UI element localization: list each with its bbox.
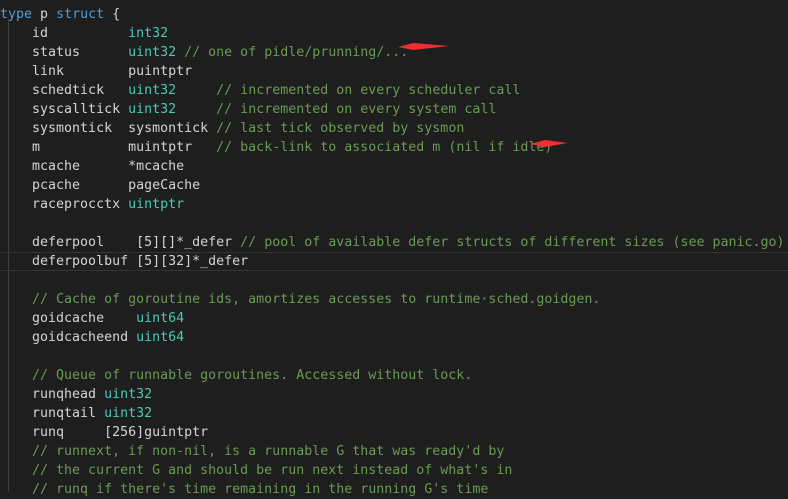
code-token: uint32 xyxy=(128,83,177,98)
code-token: raceprocctx xyxy=(0,197,129,212)
code-token: struct xyxy=(56,7,105,22)
line-field-m[interactable]: m muintptr // back-link to associated m … xyxy=(0,138,788,157)
code-token: runq [256]guintptr xyxy=(0,425,209,440)
line-field-mcache[interactable]: mcache *mcache xyxy=(0,157,788,176)
line-comment-runnext-3[interactable]: // runq if there's time remaining in the… xyxy=(0,480,788,499)
line-blank-3[interactable] xyxy=(0,347,788,366)
code-token: m muintptr xyxy=(0,140,217,155)
line-field-status[interactable]: status uint32 // one of pidle/prunning/.… xyxy=(0,43,788,62)
code-token: // back-link to associated m (nil if idl… xyxy=(216,140,553,155)
code-token: { xyxy=(104,7,121,22)
code-token: goidcache xyxy=(0,311,137,326)
code-token: pcache pageCache xyxy=(0,178,201,193)
code-token: // pool of available defer structs of di… xyxy=(240,235,785,250)
code-token: schedtick xyxy=(0,83,129,98)
code-token: uint32 xyxy=(104,406,153,421)
code-token: // incremented on every scheduler call xyxy=(176,83,521,98)
line-field-sysmontick[interactable]: sysmontick sysmontick // last tick obser… xyxy=(0,119,788,138)
line-field-raceprocctx[interactable]: raceprocctx uintptr xyxy=(0,195,788,214)
line-field-deferpoolbuf[interactable]: deferpoolbuf [5][32]*_defer xyxy=(0,252,788,271)
line-field-pcache[interactable]: pcache pageCache xyxy=(0,176,788,195)
code-token: type xyxy=(0,7,33,22)
code-token: sysmontick sysmontick xyxy=(0,121,217,136)
line-field-goidcacheend[interactable]: goidcacheend uint64 xyxy=(0,328,788,347)
line-field-runq[interactable]: runq [256]guintptr xyxy=(0,423,788,442)
code-token: uint32 xyxy=(128,45,177,60)
line-field-runqhead[interactable]: runqhead uint32 xyxy=(0,385,788,404)
code-token: uint32 xyxy=(128,102,177,117)
code-token: // one of pidle/prunning/... xyxy=(176,45,409,60)
line-field-goidcache[interactable]: goidcache uint64 xyxy=(0,309,788,328)
line-comment-runnext-1[interactable]: // runnext, if non-nil, is a runnable G … xyxy=(0,442,788,461)
code-token: // Queue of runnable goroutines. Accesse… xyxy=(0,368,473,383)
code-token: mcache *mcache xyxy=(0,159,185,174)
line-comment-goid-cache[interactable]: // Cache of goroutine ids, amortizes acc… xyxy=(0,290,788,309)
code-token: int32 xyxy=(128,26,169,41)
code-token: id xyxy=(0,26,129,41)
code-editor[interactable]: type p struct { id int32 status uint32 /… xyxy=(0,0,788,497)
code-token: link puintptr xyxy=(0,64,193,79)
code-token: status xyxy=(0,45,129,60)
code-token: uintptr xyxy=(128,197,185,212)
code-token: // the current G and should be run next … xyxy=(0,463,513,478)
code-token: deferpoolbuf [5][32]*_defer xyxy=(0,254,249,269)
code-token: p xyxy=(32,7,57,22)
code-token: uint64 xyxy=(136,330,185,345)
code-token: runqtail xyxy=(0,406,105,421)
line-field-syscalltick[interactable]: syscalltick uint32 // incremented on eve… xyxy=(0,100,788,119)
line-blank-1[interactable] xyxy=(0,214,788,233)
code-token: // runq if there's time remaining in the… xyxy=(0,482,489,497)
code-token: // incremented on every system call xyxy=(176,102,497,117)
line-field-id[interactable]: id int32 xyxy=(0,24,788,43)
line-field-link[interactable]: link puintptr xyxy=(0,62,788,81)
code-token: uint64 xyxy=(136,311,185,326)
code-token: runqhead xyxy=(0,387,105,402)
line-comment-runqueue[interactable]: // Queue of runnable goroutines. Accesse… xyxy=(0,366,788,385)
code-token: deferpool [5][]*_defer xyxy=(0,235,241,250)
code-token: // runnext, if non-nil, is a runnable G … xyxy=(0,444,505,459)
line-field-deferpool[interactable]: deferpool [5][]*_defer // pool of availa… xyxy=(0,233,788,252)
code-token: // last tick observed by sysmon xyxy=(216,121,465,136)
line-field-runqtail[interactable]: runqtail uint32 xyxy=(0,404,788,423)
code-token: uint32 xyxy=(104,387,153,402)
line-type-p-struct[interactable]: type p struct { xyxy=(0,5,788,24)
line-blank-2[interactable] xyxy=(0,271,788,290)
code-token: // Cache of goroutine ids, amortizes acc… xyxy=(0,292,601,307)
line-comment-runnext-2[interactable]: // the current G and should be run next … xyxy=(0,461,788,480)
line-field-schedtick[interactable]: schedtick uint32 // incremented on every… xyxy=(0,81,788,100)
code-token: syscalltick xyxy=(0,102,129,117)
code-token: goidcacheend xyxy=(0,330,137,345)
